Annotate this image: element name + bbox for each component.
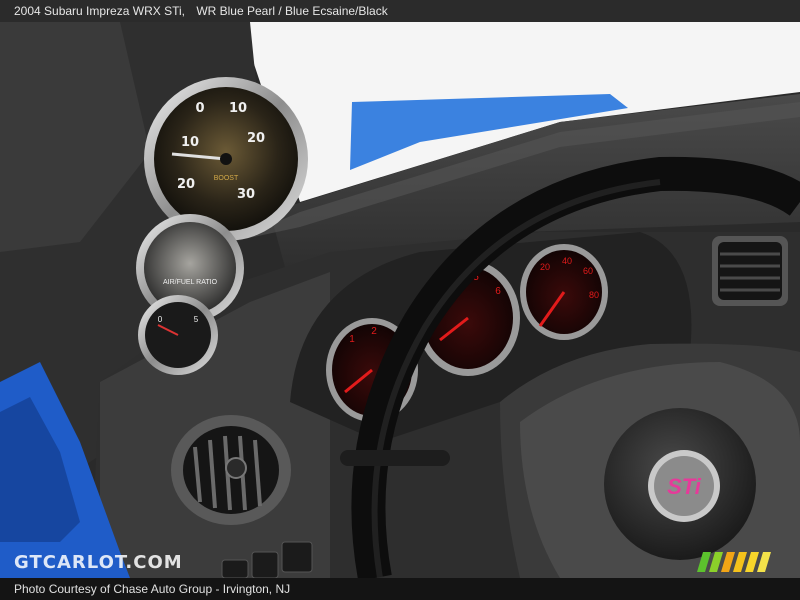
caption-bar: 2004 Subaru Impreza WRX STi, WR Blue Pea… [0, 0, 800, 22]
svg-text:30: 30 [237, 187, 255, 202]
stripe-logo-icon [697, 552, 771, 572]
caption-color: WR Blue Pearl / Blue Ecsaine/Black [196, 4, 388, 18]
svg-text:40: 40 [562, 256, 572, 266]
speedometer: 20 40 60 80 [520, 244, 608, 340]
site-watermark: GTCARLOT.COM [14, 552, 183, 573]
svg-text:0: 0 [195, 101, 204, 116]
sti-badge-text: STi [667, 474, 702, 499]
svg-text:1: 1 [349, 334, 355, 345]
svg-text:10: 10 [229, 101, 247, 116]
small-gauge: 05 [138, 295, 218, 375]
air-fuel-label: AIR/FUEL RATIO [163, 279, 218, 286]
boost-gauge-label: BOOST [214, 175, 239, 182]
svg-text:5: 5 [194, 315, 199, 324]
photo-credit: Photo Courtesy of Chase Auto Group - Irv… [14, 582, 291, 596]
svg-text:0: 0 [158, 315, 163, 324]
svg-text:20: 20 [177, 177, 195, 192]
caption-title: 2004 Subaru Impreza WRX STi, [14, 4, 185, 18]
air-vent-right [712, 236, 788, 306]
dashboard-photo: 0 10 10 20 20 30 BOOST AIR/FUEL RATIO 05 [0, 22, 800, 578]
turn-signal-stalk [340, 450, 450, 466]
svg-text:2: 2 [371, 326, 377, 337]
svg-text:20: 20 [247, 131, 265, 146]
boost-gauge: 0 10 10 20 20 30 BOOST [144, 77, 308, 241]
air-vent-left [171, 415, 291, 525]
svg-text:80: 80 [589, 290, 599, 300]
svg-text:6: 6 [495, 286, 501, 297]
svg-text:60: 60 [583, 266, 593, 276]
svg-text:10: 10 [181, 135, 199, 150]
photo-credit-bar: Photo Courtesy of Chase Auto Group - Irv… [0, 578, 800, 600]
svg-text:20: 20 [540, 262, 550, 272]
